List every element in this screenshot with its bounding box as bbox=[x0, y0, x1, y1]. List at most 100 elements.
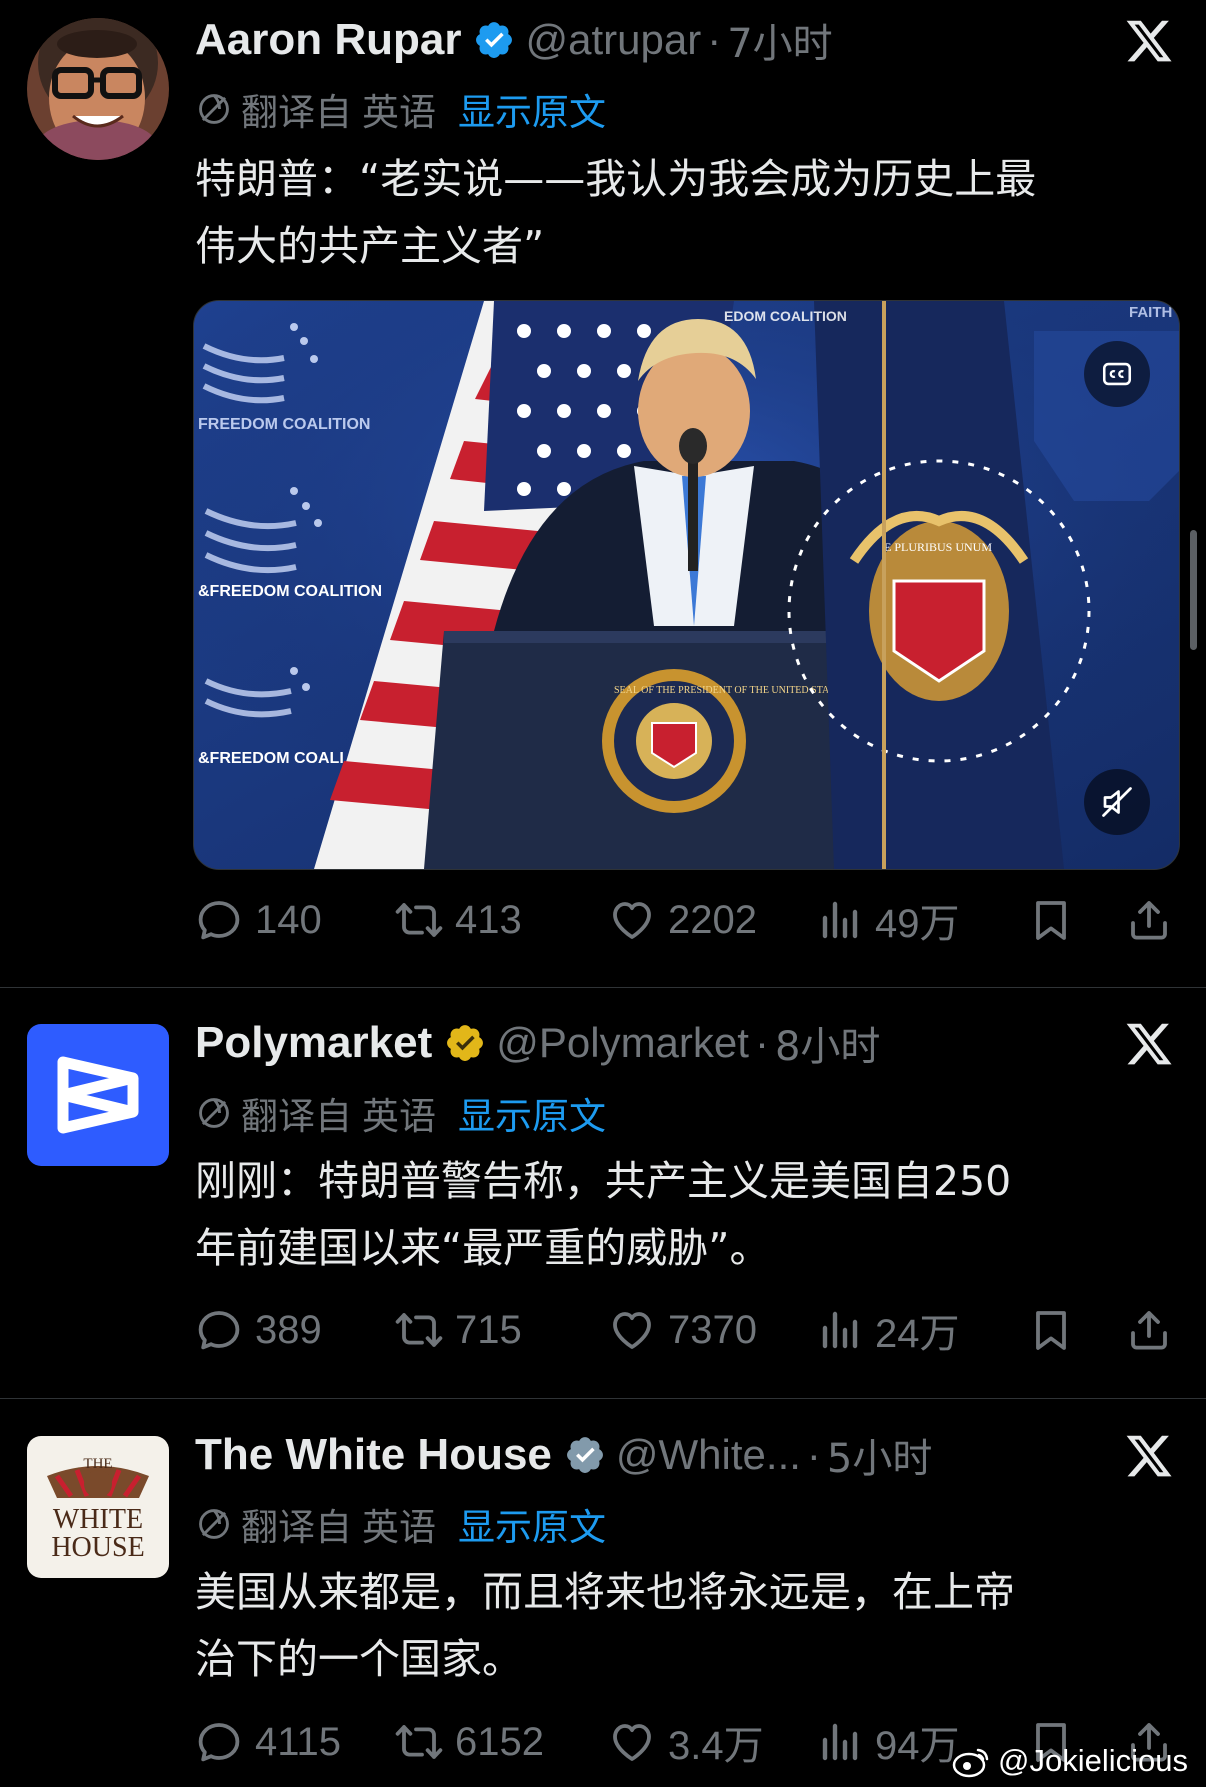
weibo-logo-icon bbox=[952, 1748, 989, 1778]
handle[interactable]: @Polymarket bbox=[496, 1019, 749, 1067]
retweet-button[interactable]: 6152 bbox=[395, 1712, 544, 1772]
mute-button[interactable] bbox=[1084, 769, 1150, 835]
like-button[interactable]: 7370 bbox=[608, 1300, 757, 1360]
share-icon bbox=[1131, 1311, 1167, 1350]
avatar-polymarket[interactable] bbox=[27, 1024, 169, 1166]
video-player[interactable]: FREEDOM COALITION &FREEDOM COALITION &FR… bbox=[193, 300, 1180, 870]
translated-from-label: 翻译自 bbox=[241, 1095, 352, 1138]
share-icon bbox=[1131, 901, 1167, 940]
views-button[interactable]: 49万 bbox=[815, 890, 960, 950]
translation-notice: 翻译自 英语 显示原文 bbox=[195, 1086, 606, 1140]
avatar-text: HOUSE bbox=[51, 1532, 144, 1563]
show-original-link[interactable]: 显示原文 bbox=[458, 1497, 606, 1551]
reply-button[interactable]: 140 bbox=[195, 890, 322, 950]
heart-icon bbox=[613, 1724, 651, 1761]
show-original-link[interactable]: 显示原文 bbox=[458, 1086, 606, 1140]
white-house-logo-icon: THE WHITE HOUSE bbox=[47, 1456, 149, 1563]
reply-count: 140 bbox=[255, 897, 322, 942]
views-icon bbox=[815, 896, 863, 944]
like-count: 3.4万 bbox=[668, 1724, 764, 1768]
retweet-count: 6152 bbox=[455, 1719, 544, 1764]
share-button[interactable] bbox=[1125, 890, 1173, 950]
video-frame: FREEDOM COALITION &FREEDOM COALITION &FR… bbox=[194, 301, 1179, 869]
bookmark-button[interactable] bbox=[1027, 1300, 1075, 1360]
share-button[interactable] bbox=[1125, 1300, 1173, 1360]
polymarket-logo-icon bbox=[57, 1056, 139, 1134]
captions-button[interactable] bbox=[1084, 341, 1150, 407]
display-name[interactable]: The White House bbox=[195, 1430, 552, 1480]
display-name[interactable]: Aaron Rupar bbox=[195, 15, 461, 65]
avatar-text: WHITE bbox=[53, 1504, 143, 1535]
tweet-header: The White House @White... · 5小时 bbox=[195, 1425, 932, 1485]
translation-notice: 翻译自 英语 显示原文 bbox=[195, 82, 606, 136]
retweet-icon bbox=[395, 903, 443, 937]
like-button[interactable]: 2202 bbox=[608, 890, 757, 950]
svg-text:EDOM COALITION: EDOM COALITION bbox=[724, 308, 847, 324]
bookmark-icon bbox=[1036, 901, 1066, 940]
views-button[interactable]: 24万 bbox=[815, 1300, 960, 1360]
separator-dot: · bbox=[754, 1019, 769, 1066]
scrollbar[interactable] bbox=[1190, 530, 1197, 650]
x-logo-icon bbox=[1126, 20, 1172, 62]
like-count: 7370 bbox=[668, 1307, 757, 1352]
reply-button[interactable]: 389 bbox=[195, 1300, 322, 1360]
heart-icon bbox=[613, 1312, 651, 1349]
translate-icon bbox=[199, 1098, 229, 1128]
verified-badge-icon bbox=[476, 22, 513, 58]
timestamp[interactable]: 5小时 bbox=[827, 1426, 932, 1484]
reply-icon bbox=[198, 901, 240, 940]
tweet-header: Aaron Rupar @atrupar · 7小时 bbox=[195, 10, 833, 70]
translate-icon bbox=[199, 94, 229, 124]
tweet-text-line: 美国从来都是，而且将来也将永远是，在上帝 bbox=[195, 1568, 1015, 1616]
translation-notice: 翻译自 英语 显示原文 bbox=[195, 1497, 606, 1551]
tweet-header: Polymarket @Polymarket · 8小时 bbox=[195, 1013, 880, 1073]
bookmark-icon bbox=[1036, 1311, 1066, 1350]
translated-from-label: 翻译自 bbox=[241, 1506, 352, 1549]
reply-count: 389 bbox=[255, 1307, 322, 1352]
display-name[interactable]: Polymarket bbox=[195, 1018, 432, 1068]
reply-icon bbox=[198, 1723, 240, 1762]
verified-badge-icon bbox=[566, 1437, 603, 1473]
source-language: 英语 bbox=[362, 1095, 436, 1138]
source-language: 英语 bbox=[362, 1506, 436, 1549]
tweet-text: 特朗普：“老实说——我认为我会成为历史上最 伟大的共产主义者” bbox=[195, 146, 1185, 280]
backdrop-text: FREEDOM COALITION bbox=[198, 416, 370, 433]
translated-from-label: 翻译自 bbox=[241, 91, 352, 134]
avatar-aaron-rupar[interactable] bbox=[27, 18, 169, 160]
reply-count: 4115 bbox=[255, 1719, 342, 1764]
timestamp[interactable]: 8小时 bbox=[775, 1014, 880, 1072]
divider bbox=[0, 987, 1206, 988]
avatar-white-house[interactable]: THE WHITE HOUSE bbox=[27, 1436, 169, 1578]
cc-icon bbox=[1102, 362, 1132, 386]
reply-button[interactable]: 4115 bbox=[195, 1712, 341, 1772]
retweet-button[interactable]: 715 bbox=[395, 1300, 522, 1360]
backdrop-text: &FREEDOM COALI bbox=[198, 750, 344, 767]
timestamp[interactable]: 7小时 bbox=[727, 11, 832, 69]
view-count: 49万 bbox=[875, 902, 960, 946]
views-button[interactable]: 94万 bbox=[815, 1712, 960, 1772]
view-count: 94万 bbox=[875, 1724, 960, 1768]
watermark-text: @Jokielicious bbox=[998, 1743, 1188, 1778]
watermark: @Jokielicious bbox=[952, 1740, 1188, 1782]
verified-badge-icon bbox=[447, 1025, 484, 1061]
retweet-icon bbox=[395, 1313, 443, 1347]
separator-dot: · bbox=[707, 16, 722, 63]
like-button[interactable]: 3.4万 bbox=[608, 1712, 764, 1772]
handle[interactable]: @atrupar bbox=[525, 16, 701, 64]
backdrop-text: FAITH bbox=[1129, 304, 1172, 321]
separator-dot: · bbox=[806, 1431, 821, 1478]
show-original-link[interactable]: 显示原文 bbox=[458, 82, 606, 136]
handle[interactable]: @White... bbox=[616, 1431, 801, 1479]
bookmark-button[interactable] bbox=[1027, 890, 1075, 950]
retweet-count: 413 bbox=[455, 897, 522, 942]
tweet-text-line: 年前建国以来“最严重的威胁”。 bbox=[195, 1224, 771, 1272]
like-count: 2202 bbox=[668, 897, 757, 942]
source-language: 英语 bbox=[362, 91, 436, 134]
tweet-text-line: 刚刚：特朗普警告称，共产主义是美国自250 bbox=[195, 1157, 1012, 1205]
backdrop-text: &FREEDOM COALITION bbox=[198, 583, 382, 600]
retweet-button[interactable]: 413 bbox=[395, 890, 522, 950]
tweet-text-line: 伟大的共产主义者” bbox=[195, 222, 545, 270]
translate-icon bbox=[199, 1509, 229, 1539]
x-logo-icon bbox=[1126, 1023, 1172, 1065]
tweet-text-line: 治下的一个国家。 bbox=[195, 1635, 523, 1683]
